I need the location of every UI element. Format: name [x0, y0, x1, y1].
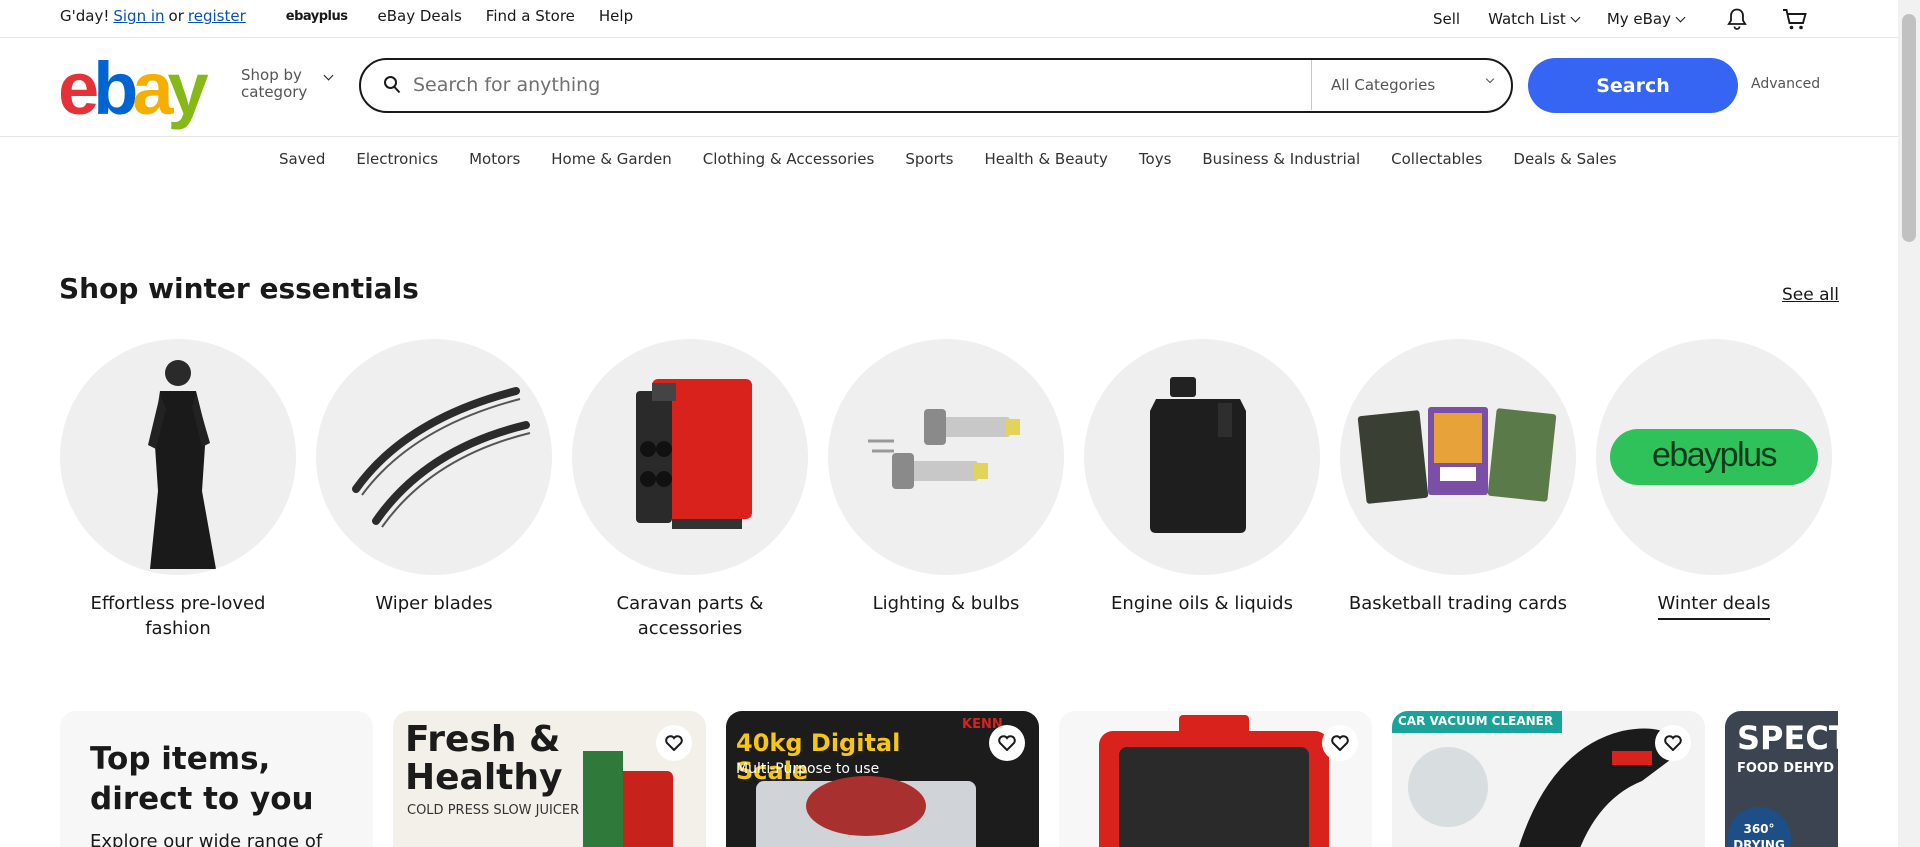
circle-item-lighting[interactable]: Lighting & bulbs [828, 339, 1064, 616]
my-ebay-menu[interactable]: My eBay [1606, 10, 1686, 28]
badge-text: ebayplus [1652, 436, 1777, 474]
product-card[interactable]: CAR VACUUM CLEANER [1392, 711, 1705, 847]
nav-item-motors[interactable]: Motors [469, 150, 520, 168]
category-select-value: All Categories [1331, 76, 1436, 94]
nav-item-clothing[interactable]: Clothing & Accessories [703, 150, 875, 168]
product-card[interactable]: SPECT FOOD DEHYD 360° DRYING [1725, 711, 1838, 847]
card-headline: CAR VACUUM CLEANER [1398, 714, 1554, 728]
nav-item-toys[interactable]: Toys [1139, 150, 1171, 168]
logo-letter: e [58, 47, 99, 130]
search-button[interactable]: Search [1528, 58, 1738, 113]
see-all-link[interactable]: See all [1782, 285, 1839, 305]
search-bar: Search for anything All Categories [359, 58, 1513, 113]
circle-item-trading-cards[interactable]: Basketball trading cards [1340, 339, 1576, 616]
ebay-plus-link[interactable]: ebayplus [286, 9, 348, 24]
nav-item-saved[interactable]: Saved [279, 150, 325, 168]
category-select[interactable]: All Categories [1331, 74, 1495, 94]
circle-item-wiper-blades[interactable]: Wiper blades [316, 339, 552, 616]
product-card[interactable]: 40kg Digital Scale Multi-Purpose to use … [726, 711, 1039, 847]
circle-label: Lighting & bulbs [872, 593, 1020, 614]
card-headline: SPECT [1737, 719, 1838, 757]
shop-by-category-button[interactable]: Shop by category [241, 66, 334, 101]
circle-item-winter-deals[interactable]: ebayplus Winter deals [1596, 339, 1832, 620]
circle-label: Wiper blades [375, 593, 493, 614]
sign-in-link[interactable]: Sign in [113, 7, 164, 25]
find-a-store-link[interactable]: Find a Store [486, 7, 575, 25]
top-items-title: Top items, direct to you [90, 741, 314, 817]
chevron-down-icon [1485, 74, 1495, 84]
scrollbar-thumb[interactable] [1902, 14, 1916, 242]
heater-icon [572, 339, 808, 575]
watch-list-menu[interactable]: Watch List [1488, 10, 1581, 28]
category-label: category [241, 83, 308, 101]
nav-item-deals[interactable]: Deals & Sales [1513, 150, 1616, 168]
drying-badge: 360° DRYING [1727, 807, 1791, 847]
circle-item-caravan-parts[interactable]: Caravan parts & accessories [572, 339, 808, 641]
logo-letter: b [93, 47, 138, 130]
divider [1311, 60, 1312, 110]
trading-cards-icon [1340, 339, 1576, 575]
nav-item-business[interactable]: Business & Industrial [1202, 150, 1360, 168]
nav-item-sports[interactable]: Sports [905, 150, 953, 168]
circle-label: Effortless pre-loved fashion [90, 593, 266, 639]
chevron-down-icon [1675, 12, 1686, 22]
nav-item-home-garden[interactable]: Home & Garden [551, 150, 672, 168]
nav-item-collectables[interactable]: Collectables [1391, 150, 1482, 168]
top-items-subtitle: Explore our wide range of [90, 831, 323, 847]
chevron-down-icon [1570, 12, 1581, 22]
nav-item-health-beauty[interactable]: Health & Beauty [984, 150, 1107, 168]
circle-item-engine-oils[interactable]: Engine oils & liquids [1084, 339, 1320, 616]
heart-icon[interactable] [1655, 725, 1691, 761]
ebay-logo[interactable]: ebay [58, 47, 209, 130]
header: ebay Shop by category Search for anythin… [0, 39, 1898, 137]
top-bar-left: G'day! Sign in or register ebayplus eBay… [60, 7, 633, 25]
advanced-search-link[interactable]: Advanced [1751, 76, 1820, 92]
product-card[interactable]: Fresh & Healthy COLD PRESS SLOW JUICER [393, 711, 706, 847]
notification-bell-icon[interactable] [1724, 6, 1750, 32]
wiper-blades-icon [316, 339, 552, 575]
search-input[interactable]: Search for anything [413, 74, 600, 96]
circle-label: Winter deals [1657, 591, 1771, 620]
greeting: G'day! [60, 7, 110, 25]
top-bar: G'day! Sign in or register ebayplus eBay… [0, 0, 1898, 38]
card-subline: Multi-Purpose to use [736, 761, 880, 777]
logo-letter: a [132, 47, 173, 130]
heart-icon[interactable] [1322, 725, 1358, 761]
watch-list-label: Watch List [1488, 10, 1566, 28]
cart-icon[interactable] [1782, 6, 1808, 32]
search-icon [383, 75, 401, 99]
card-headline: Fresh & Healthy [405, 719, 563, 798]
top-bar-right: Sell Watch List My eBay [1405, 6, 1808, 32]
bulb-icon [828, 339, 1064, 575]
person-coat-icon [60, 339, 296, 575]
circle-label: Engine oils & liquids [1111, 593, 1293, 614]
shop-by-label: Shop by [241, 66, 302, 84]
ebay-plus-badge-icon: ebayplus [1596, 339, 1832, 575]
product-card[interactable] [1059, 711, 1372, 847]
oil-bottle-icon [1084, 339, 1320, 575]
section-title: Shop winter essentials [59, 272, 419, 305]
nav-item-electronics[interactable]: Electronics [356, 150, 438, 168]
category-nav: Saved Electronics Motors Home & Garden C… [279, 150, 1648, 168]
sell-link[interactable]: Sell [1433, 10, 1460, 28]
heart-icon[interactable] [656, 725, 692, 761]
top-items-intro: Top items, direct to you Explore our wid… [60, 711, 373, 847]
card-subline: COLD PRESS SLOW JUICER [407, 803, 580, 818]
page-scrollbar[interactable] [1898, 0, 1920, 847]
circle-label: Basketball trading cards [1348, 593, 1568, 614]
logo-letter: y [167, 47, 209, 130]
circle-label: Caravan parts & accessories [616, 593, 764, 639]
help-link[interactable]: Help [599, 7, 633, 25]
my-ebay-label: My eBay [1606, 10, 1671, 28]
card-subline: FOOD DEHYD [1737, 761, 1835, 776]
or-text: or [168, 7, 184, 25]
heart-icon[interactable] [989, 725, 1025, 761]
ebay-deals-link[interactable]: eBay Deals [377, 7, 461, 25]
register-link[interactable]: register [188, 7, 246, 25]
circle-item-fashion[interactable]: Effortless pre-loved fashion [60, 339, 296, 641]
chevron-down-icon [323, 70, 334, 81]
